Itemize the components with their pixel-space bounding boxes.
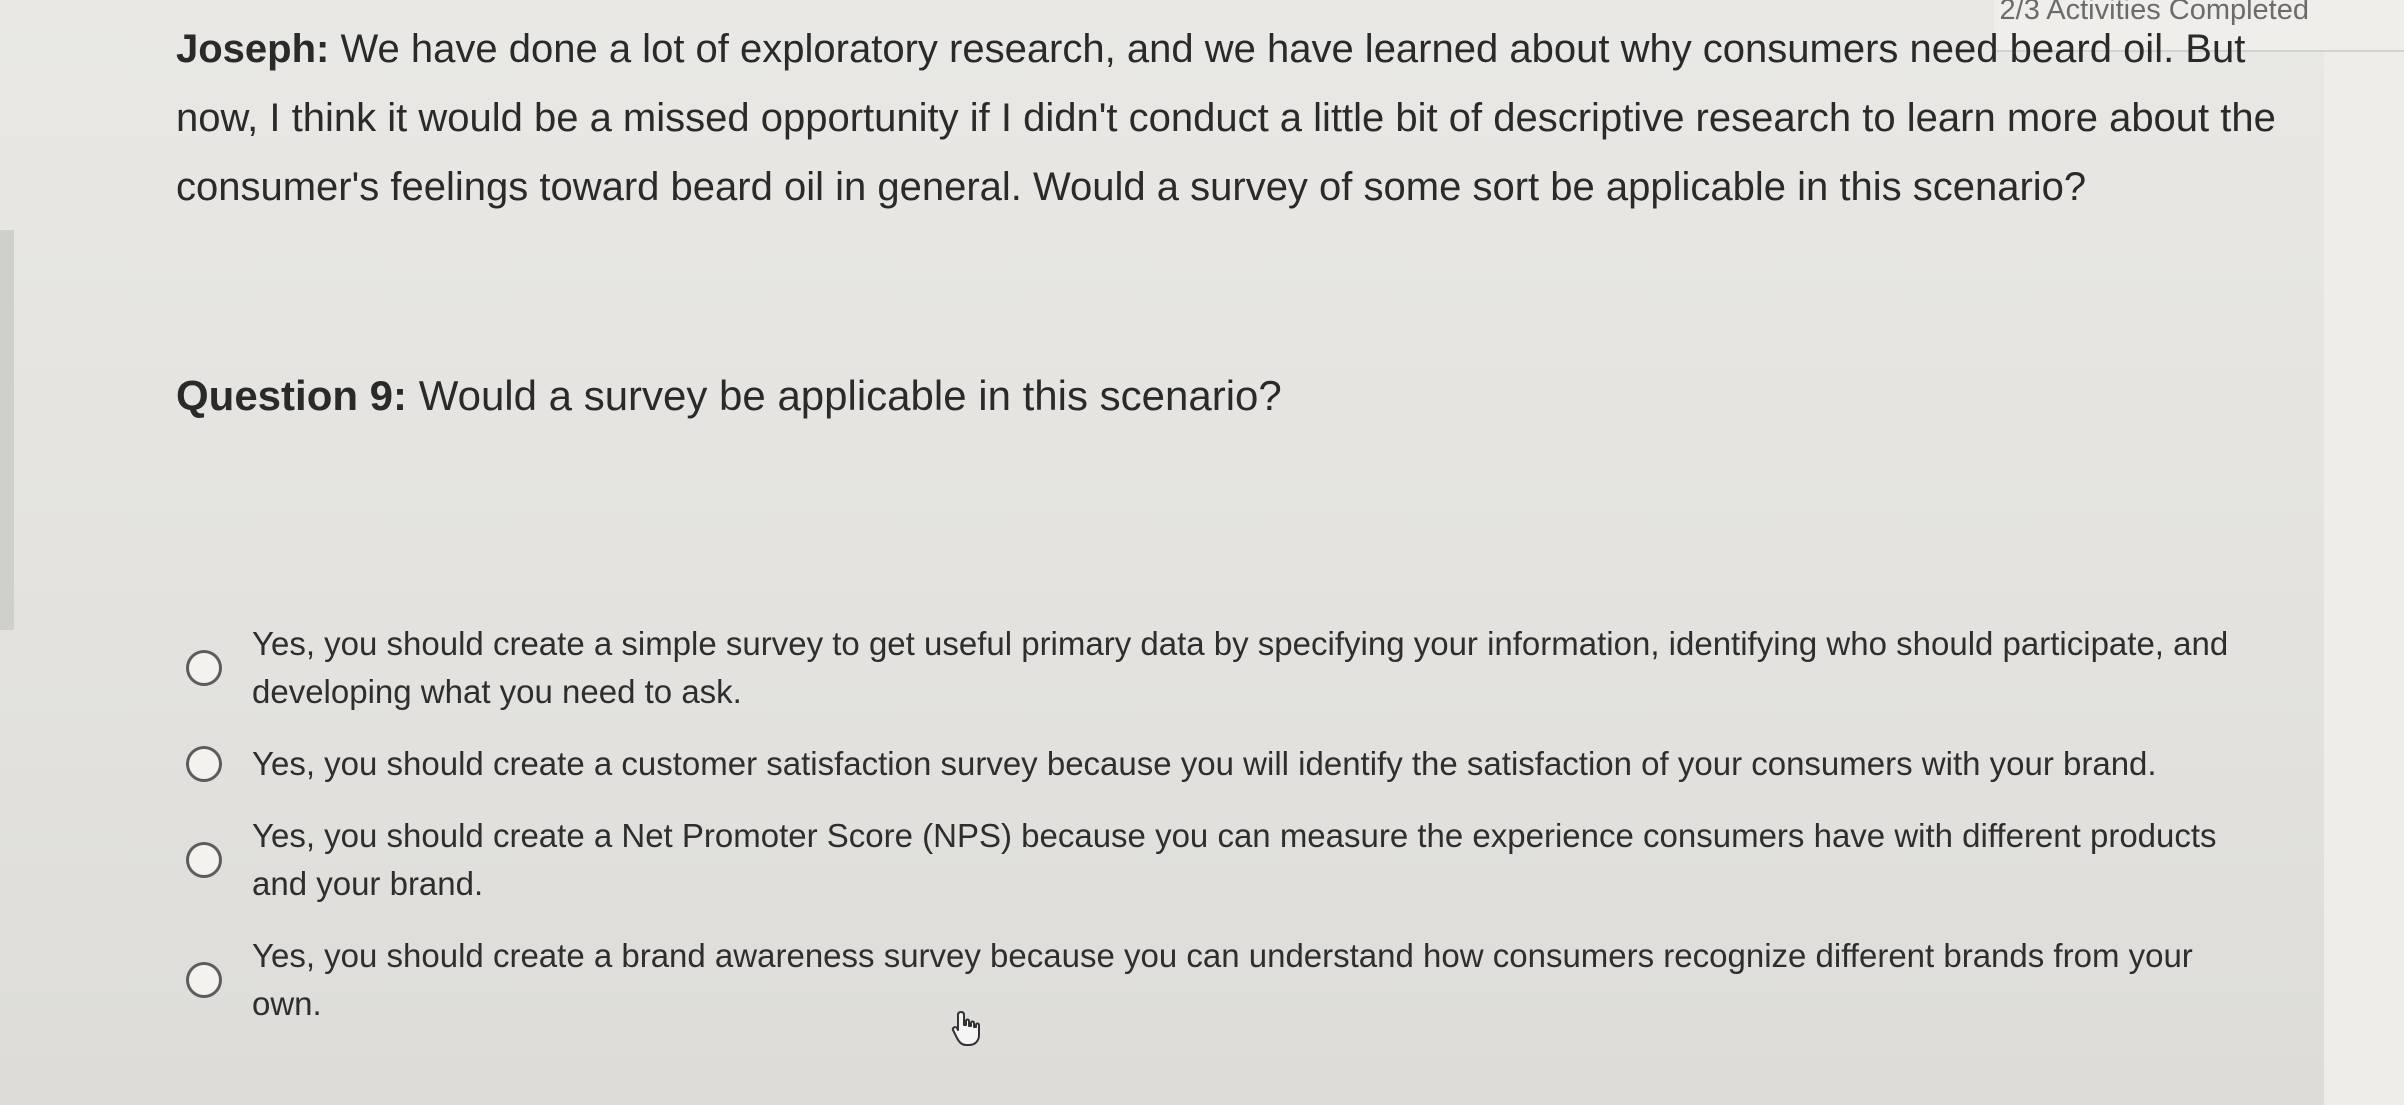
answer-options: Yes, you should create a simple survey t… — [186, 620, 2266, 1052]
question-prompt: Question 9: Would a survey be applicable… — [176, 369, 2306, 423]
scenario-content: Joseph: We have done a lot of explorator… — [176, 15, 2306, 423]
left-scroll-edge — [0, 230, 14, 630]
answer-option-2[interactable]: Yes, you should create a customer satisf… — [186, 740, 2266, 788]
answer-option-text: Yes, you should create a brand awareness… — [252, 937, 2193, 1022]
answer-option-4[interactable]: Yes, you should create a brand awareness… — [186, 932, 2266, 1028]
answer-option-text: Yes, you should create a Net Promoter Sc… — [252, 817, 2217, 902]
radio-unselected-icon[interactable] — [186, 746, 222, 782]
question-text: Would a survey be applicable in this sce… — [418, 372, 1282, 419]
quiz-screen: 2/3 Activities Completed Joseph: We have… — [0, 0, 2404, 1105]
answer-option-text: Yes, you should create a simple survey t… — [252, 625, 2229, 710]
radio-unselected-icon[interactable] — [186, 842, 222, 878]
question-label: Question 9: — [176, 372, 408, 419]
radio-unselected-icon[interactable] — [186, 962, 222, 998]
answer-option-3[interactable]: Yes, you should create a Net Promoter Sc… — [186, 812, 2266, 908]
answer-option-text: Yes, you should create a customer satisf… — [252, 745, 2157, 782]
hand-pointer-icon — [951, 1011, 980, 1046]
speaker-name: Joseph: — [176, 27, 330, 71]
scenario-dialogue: Joseph: We have done a lot of explorator… — [176, 15, 2306, 222]
right-panel-edge — [2324, 50, 2404, 1105]
radio-unselected-icon[interactable] — [186, 650, 222, 686]
answer-option-1[interactable]: Yes, you should create a simple survey t… — [186, 620, 2266, 716]
dialogue-text: We have done a lot of exploratory resear… — [176, 27, 2276, 209]
